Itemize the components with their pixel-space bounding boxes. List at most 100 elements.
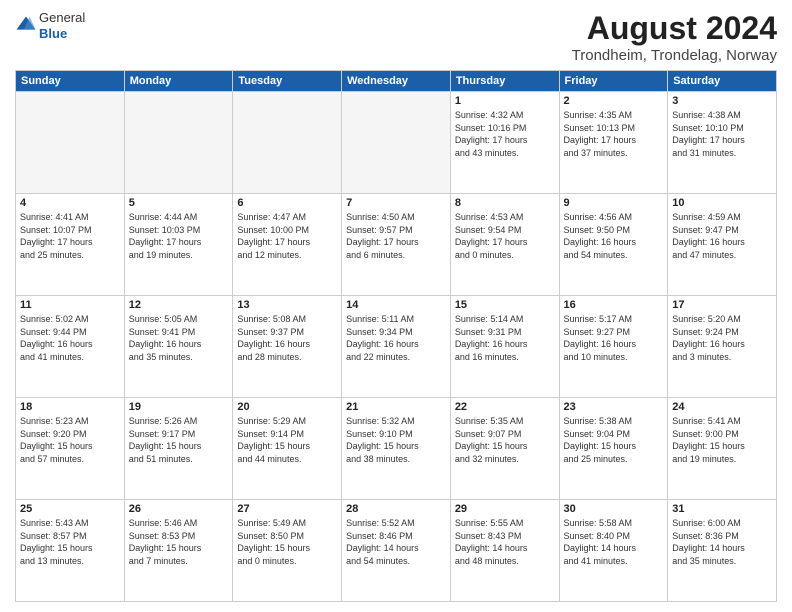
calendar-cell: [342, 92, 451, 194]
weekday-header: Thursday: [450, 71, 559, 92]
day-info: Sunrise: 5:46 AM Sunset: 8:53 PM Dayligh…: [129, 517, 229, 567]
calendar-cell: 6 Sunrise: 4:47 AM Sunset: 10:00 PM Dayli…: [233, 194, 342, 296]
day-number: 24: [672, 401, 772, 413]
header: General Blue August 2024 Trondheim, Tron…: [15, 10, 777, 64]
day-number: 15: [455, 299, 555, 311]
day-number: 7: [346, 197, 446, 209]
calendar-table: SundayMondayTuesdayWednesdayThursdayFrid…: [15, 70, 777, 602]
day-number: 25: [20, 503, 120, 515]
calendar-week-row: 11 Sunrise: 5:02 AM Sunset: 9:44 PM Dayli…: [16, 296, 777, 398]
day-info: Sunrise: 4:47 AM Sunset: 10:00 PM Daylig…: [237, 211, 337, 261]
calendar-week-row: 18Sunrise: 5:23 AM Sunset: 9:20 PM Dayli…: [16, 398, 777, 500]
day-number: 16: [564, 299, 664, 311]
calendar-cell: 29 Sunrise: 5:55 AM Sunset: 8:43 PM Dayli…: [450, 500, 559, 602]
day-number: 4: [20, 197, 120, 209]
calendar-cell: 20 Sunrise: 5:29 AM Sunset: 9:14 PM Dayli…: [233, 398, 342, 500]
day-info: Sunrise: 5:23 AM Sunset: 9:20 PM Dayligh…: [20, 415, 120, 465]
calendar-cell: 12 Sunrise: 5:05 AM Sunset: 9:41 PM Dayli…: [124, 296, 233, 398]
day-info: Sunrise: 5:55 AM Sunset: 8:43 PM Dayligh…: [455, 517, 555, 567]
weekday-header: Monday: [124, 71, 233, 92]
day-info: Sunrise: 5:32 AM Sunset: 9:10 PM Dayligh…: [346, 415, 446, 465]
day-number: 12: [129, 299, 229, 311]
calendar-cell: 21 Sunrise: 5:32 AM Sunset: 9:10 PM Dayli…: [342, 398, 451, 500]
day-info: Sunrise: 4:44 AM Sunset: 10:03 PM Daylig…: [129, 211, 229, 261]
day-info: Sunrise: 5:41 AM Sunset: 9:00 PM Dayligh…: [672, 415, 772, 465]
calendar-cell: 19Sunrise: 5:26 AM Sunset: 9:17 PM Dayli…: [124, 398, 233, 500]
weekday-row: SundayMondayTuesdayWednesdayThursdayFrid…: [16, 71, 777, 92]
calendar-week-row: 1Sunrise: 4:32 AM Sunset: 10:16 PM Dayli…: [16, 92, 777, 194]
day-info: Sunrise: 4:56 AM Sunset: 9:50 PM Dayligh…: [564, 211, 664, 261]
calendar-cell: 24 Sunrise: 5:41 AM Sunset: 9:00 PM Dayli…: [668, 398, 777, 500]
day-info: Sunrise: 5:26 AM Sunset: 9:17 PM Dayligh…: [129, 415, 229, 465]
calendar-cell: 10Sunrise: 4:59 AM Sunset: 9:47 PM Dayli…: [668, 194, 777, 296]
day-number: 13: [237, 299, 337, 311]
day-number: 29: [455, 503, 555, 515]
calendar-cell: 14Sunrise: 5:11 AM Sunset: 9:34 PM Dayli…: [342, 296, 451, 398]
logo-general: General: [39, 10, 85, 25]
calendar-cell: 9 Sunrise: 4:56 AM Sunset: 9:50 PM Daylig…: [559, 194, 668, 296]
weekday-header: Friday: [559, 71, 668, 92]
day-info: Sunrise: 5:49 AM Sunset: 8:50 PM Dayligh…: [237, 517, 337, 567]
calendar-week-row: 4Sunrise: 4:41 AM Sunset: 10:07 PM Dayli…: [16, 194, 777, 296]
day-info: Sunrise: 5:29 AM Sunset: 9:14 PM Dayligh…: [237, 415, 337, 465]
page-subtitle: Trondheim, Trondelag, Norway: [572, 47, 777, 64]
day-number: 28: [346, 503, 446, 515]
calendar-cell: 30 Sunrise: 5:58 AM Sunset: 8:40 PM Dayli…: [559, 500, 668, 602]
calendar-cell: 7 Sunrise: 4:50 AM Sunset: 9:57 PM Daylig…: [342, 194, 451, 296]
day-info: Sunrise: 4:38 AM Sunset: 10:10 PM Daylig…: [672, 109, 772, 159]
weekday-header: Wednesday: [342, 71, 451, 92]
weekday-header: Sunday: [16, 71, 125, 92]
day-info: Sunrise: 5:58 AM Sunset: 8:40 PM Dayligh…: [564, 517, 664, 567]
day-info: Sunrise: 4:32 AM Sunset: 10:16 PM Daylig…: [455, 109, 555, 159]
day-info: Sunrise: 5:20 AM Sunset: 9:24 PM Dayligh…: [672, 313, 772, 363]
day-number: 5: [129, 197, 229, 209]
day-info: Sunrise: 5:11 AM Sunset: 9:34 PM Dayligh…: [346, 313, 446, 363]
calendar-cell: 27 Sunrise: 5:49 AM Sunset: 8:50 PM Dayli…: [233, 500, 342, 602]
calendar-cell: [124, 92, 233, 194]
day-info: Sunrise: 5:14 AM Sunset: 9:31 PM Dayligh…: [455, 313, 555, 363]
calendar-header: SundayMondayTuesdayWednesdayThursdayFrid…: [16, 71, 777, 92]
day-number: 31: [672, 503, 772, 515]
calendar-cell: 5 Sunrise: 4:44 AM Sunset: 10:03 PM Dayli…: [124, 194, 233, 296]
calendar-cell: 28 Sunrise: 5:52 AM Sunset: 8:46 PM Dayli…: [342, 500, 451, 602]
day-info: Sunrise: 5:08 AM Sunset: 9:37 PM Dayligh…: [237, 313, 337, 363]
day-number: 30: [564, 503, 664, 515]
day-number: 9: [564, 197, 664, 209]
calendar-cell: 23Sunrise: 5:38 AM Sunset: 9:04 PM Dayli…: [559, 398, 668, 500]
day-info: Sunrise: 5:17 AM Sunset: 9:27 PM Dayligh…: [564, 313, 664, 363]
calendar-cell: 16 Sunrise: 5:17 AM Sunset: 9:27 PM Dayli…: [559, 296, 668, 398]
weekday-header: Tuesday: [233, 71, 342, 92]
calendar-cell: 13 Sunrise: 5:08 AM Sunset: 9:37 PM Dayli…: [233, 296, 342, 398]
page-title: August 2024: [572, 10, 777, 47]
calendar-week-row: 25Sunrise: 5:43 AM Sunset: 8:57 PM Dayli…: [16, 500, 777, 602]
day-number: 26: [129, 503, 229, 515]
day-info: Sunrise: 5:02 AM Sunset: 9:44 PM Dayligh…: [20, 313, 120, 363]
day-number: 6: [237, 197, 337, 209]
day-number: 3: [672, 95, 772, 107]
page: General Blue August 2024 Trondheim, Tron…: [0, 0, 792, 612]
day-info: Sunrise: 4:35 AM Sunset: 10:13 PM Daylig…: [564, 109, 664, 159]
calendar-cell: 15 Sunrise: 5:14 AM Sunset: 9:31 PM Dayli…: [450, 296, 559, 398]
day-info: Sunrise: 6:00 AM Sunset: 8:36 PM Dayligh…: [672, 517, 772, 567]
day-number: 8: [455, 197, 555, 209]
logo-text: General Blue: [39, 10, 85, 41]
calendar-cell: 22 Sunrise: 5:35 AM Sunset: 9:07 PM Dayli…: [450, 398, 559, 500]
day-number: 17: [672, 299, 772, 311]
day-info: Sunrise: 5:35 AM Sunset: 9:07 PM Dayligh…: [455, 415, 555, 465]
calendar-cell: 17 Sunrise: 5:20 AM Sunset: 9:24 PM Dayli…: [668, 296, 777, 398]
calendar-cell: 25Sunrise: 5:43 AM Sunset: 8:57 PM Dayli…: [16, 500, 125, 602]
logo-icon: [15, 15, 37, 37]
calendar-cell: 11 Sunrise: 5:02 AM Sunset: 9:44 PM Dayli…: [16, 296, 125, 398]
day-number: 20: [237, 401, 337, 413]
day-number: 21: [346, 401, 446, 413]
calendar-cell: 18Sunrise: 5:23 AM Sunset: 9:20 PM Dayli…: [16, 398, 125, 500]
day-info: Sunrise: 5:05 AM Sunset: 9:41 PM Dayligh…: [129, 313, 229, 363]
day-info: Sunrise: 4:53 AM Sunset: 9:54 PM Dayligh…: [455, 211, 555, 261]
calendar-cell: 2Sunrise: 4:35 AM Sunset: 10:13 PM Dayli…: [559, 92, 668, 194]
day-info: Sunrise: 4:50 AM Sunset: 9:57 PM Dayligh…: [346, 211, 446, 261]
day-number: 27: [237, 503, 337, 515]
day-info: Sunrise: 5:52 AM Sunset: 8:46 PM Dayligh…: [346, 517, 446, 567]
day-number: 22: [455, 401, 555, 413]
day-number: 11: [20, 299, 120, 311]
title-block: August 2024 Trondheim, Trondelag, Norway: [572, 10, 777, 64]
